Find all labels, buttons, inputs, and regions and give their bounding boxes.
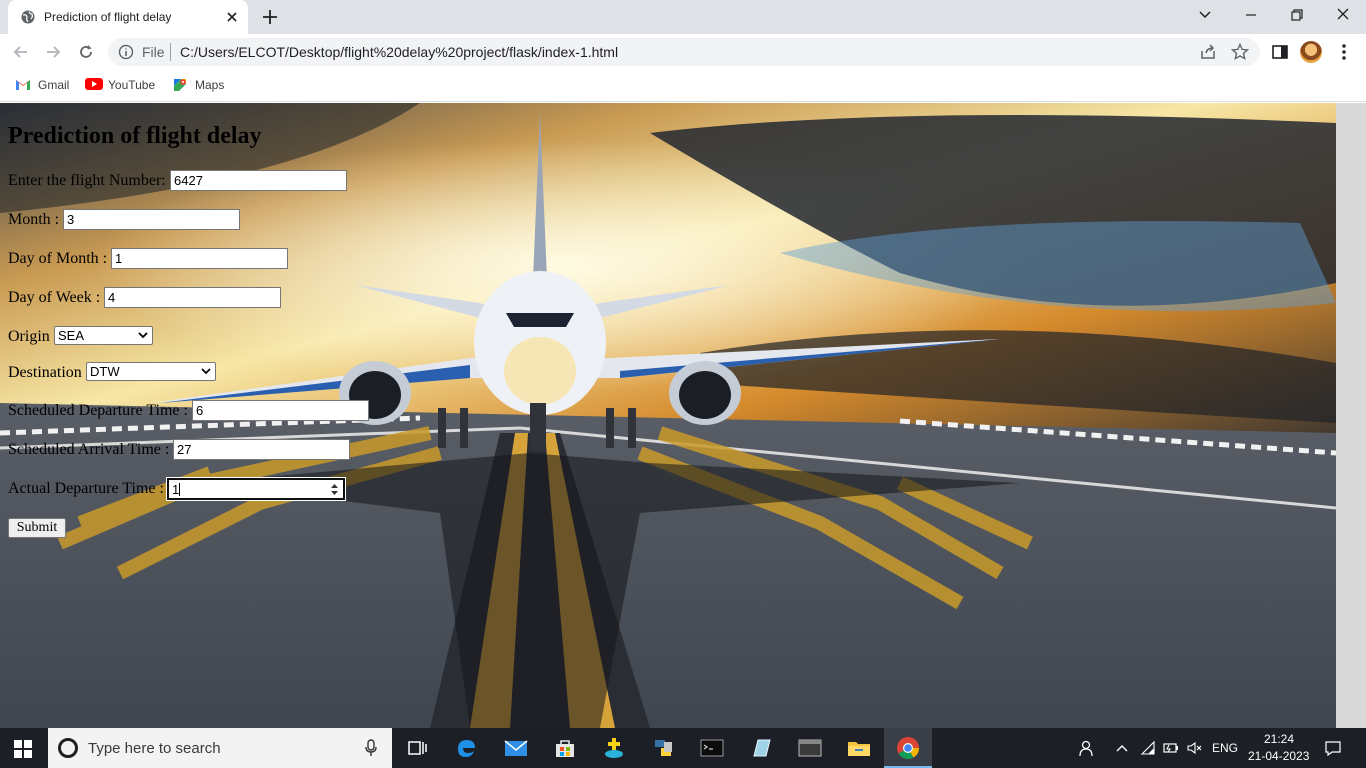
url-text[interactable]: C:/Users/ELCOT/Desktop/flight%20delay%20… — [180, 44, 618, 60]
origin-label: Origin — [8, 328, 50, 345]
actual-departure-label: Actual Departure Time : — [8, 480, 164, 497]
mail-icon[interactable] — [503, 736, 529, 760]
share-icon[interactable] — [1198, 42, 1218, 62]
scheduled-arrival-label: Scheduled Arrival Time : — [8, 441, 170, 458]
bookmark-label: Maps — [195, 78, 225, 92]
globe-icon — [21, 10, 35, 24]
wifi-icon[interactable] — [1140, 740, 1156, 756]
day-of-month-label: Day of Month : — [8, 250, 108, 267]
youtube-icon — [85, 78, 103, 90]
python-icon[interactable] — [650, 736, 676, 760]
origin-select[interactable]: SEA — [54, 326, 153, 345]
chrome-icon — [897, 737, 919, 759]
back-icon[interactable] — [11, 42, 31, 62]
chevron-down-icon — [138, 332, 148, 339]
speaker-muted-icon[interactable] — [1186, 740, 1204, 756]
destination-label: Destination — [8, 364, 82, 381]
clock-date[interactable]: 21-04-2023 — [1248, 749, 1309, 763]
language-indicator[interactable]: ENG — [1212, 741, 1238, 755]
restore-icon[interactable] — [1284, 5, 1310, 25]
clock-time[interactable]: 21:24 — [1264, 732, 1294, 746]
taskbar-search-box[interactable]: Type here to search — [48, 728, 392, 768]
windows-taskbar: Type here to search ENG 21:24 21-04-2023 — [0, 728, 1366, 768]
page-scrollbar[interactable] — [1336, 103, 1366, 728]
close-tab-icon[interactable] — [224, 9, 240, 25]
task-view-icon[interactable] — [404, 736, 430, 760]
terminal-icon[interactable] — [699, 736, 725, 760]
day-of-month-input[interactable]: 1 — [111, 248, 288, 269]
text-caret — [179, 483, 181, 496]
scheduled-arrival-input[interactable]: 27 — [173, 439, 350, 460]
submit-button[interactable]: Submit — [8, 518, 66, 538]
bookmark-label: Gmail — [38, 78, 70, 92]
chevron-down-icon — [201, 368, 211, 375]
browser-toolbar: File C:/Users/ELCOT/Desktop/flight%20del… — [0, 34, 1366, 70]
new-tab-icon[interactable] — [260, 7, 280, 27]
destination-select[interactable]: DTW — [86, 362, 216, 381]
destination-selected-value: DTW — [90, 364, 120, 379]
side-panel-icon[interactable] — [1270, 42, 1290, 62]
notifications-icon[interactable] — [1324, 740, 1342, 756]
gmail-icon — [16, 80, 30, 90]
chevron-up-icon[interactable] — [1114, 740, 1130, 756]
chrome-taskbar-button[interactable] — [884, 728, 932, 768]
info-icon[interactable] — [118, 44, 134, 60]
actual-departure-value: 1 — [172, 482, 180, 497]
bookmark-star-icon[interactable] — [1230, 42, 1250, 62]
search-placeholder: Type here to search — [88, 740, 221, 757]
notes-app-icon[interactable] — [748, 736, 774, 760]
window-app-icon[interactable] — [797, 736, 823, 760]
menu-kebab-icon[interactable] — [1334, 42, 1354, 62]
page-viewport: Prediction of flight delay Enter the fli… — [0, 103, 1366, 728]
tab-title: Prediction of flight delay — [44, 10, 172, 24]
minimize-icon[interactable] — [1238, 5, 1264, 25]
people-icon[interactable] — [1078, 740, 1096, 756]
tab-strip: Prediction of flight delay — [0, 0, 1366, 34]
cortana-icon — [58, 738, 78, 758]
app-plus-icon[interactable] — [601, 736, 627, 760]
day-of-week-input[interactable]: 4 — [104, 287, 281, 308]
scheduled-departure-input[interactable]: 6 — [192, 400, 369, 421]
file-explorer-icon[interactable] — [846, 736, 872, 760]
reload-icon[interactable] — [76, 42, 96, 62]
flight-number-input[interactable]: 6427 — [170, 170, 347, 191]
flight-number-label: Enter the flight Number: — [8, 172, 166, 189]
store-icon[interactable] — [552, 736, 578, 760]
battery-icon[interactable] — [1162, 740, 1180, 756]
scheme-label: File — [142, 44, 165, 60]
month-label: Month : — [8, 211, 60, 228]
edge-icon[interactable] — [454, 736, 480, 760]
address-bar[interactable]: File C:/Users/ELCOT/Desktop/flight%20del… — [108, 38, 1260, 66]
close-window-icon[interactable] — [1330, 5, 1356, 25]
windows-start-icon[interactable] — [14, 740, 32, 758]
omnibox-divider — [170, 43, 171, 61]
forward-icon[interactable] — [43, 42, 63, 62]
origin-selected-value: SEA — [58, 328, 85, 343]
page-title: Prediction of flight delay — [8, 123, 262, 149]
day-of-week-label: Day of Week : — [8, 289, 101, 306]
actual-departure-input[interactable]: 1 — [166, 477, 346, 501]
bookmark-label: YouTube — [108, 78, 156, 92]
profile-avatar[interactable] — [1300, 41, 1322, 63]
browser-tab[interactable]: Prediction of flight delay — [8, 0, 248, 34]
tab-search-icon[interactable] — [1192, 5, 1218, 25]
bookmarks-bar: Gmail YouTube Maps — [0, 70, 1366, 102]
spinner-arrows-icon[interactable] — [330, 483, 339, 496]
microphone-icon[interactable] — [364, 739, 378, 757]
maps-icon — [174, 79, 186, 91]
month-input[interactable]: 3 — [63, 209, 240, 230]
scheduled-departure-label: Scheduled Departure Time : — [8, 402, 188, 419]
